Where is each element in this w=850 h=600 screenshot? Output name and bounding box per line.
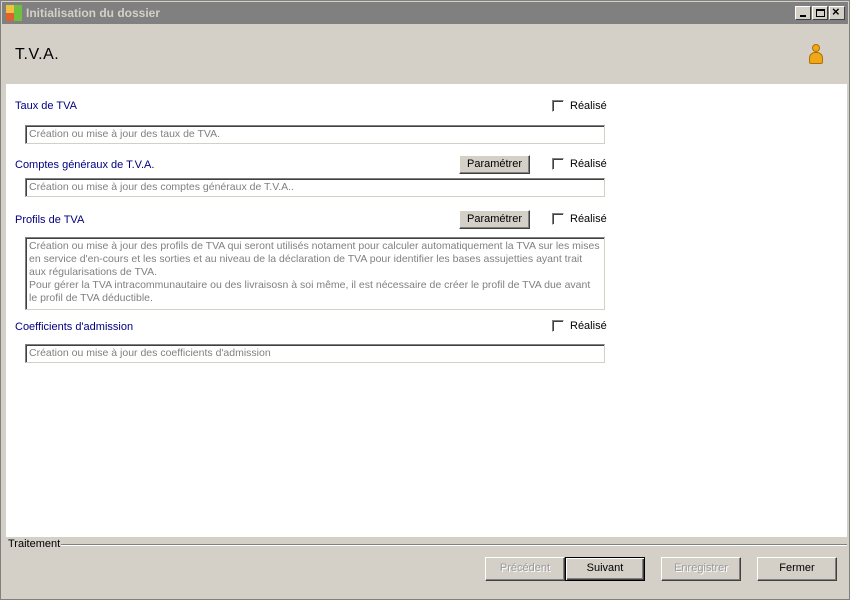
realise-label: Réalisé — [570, 100, 607, 112]
app-icon — [6, 5, 22, 21]
minimize-icon — [800, 15, 806, 17]
close-button[interactable]: Fermer — [757, 557, 837, 581]
save-button[interactable]: Enregistrer — [661, 557, 741, 581]
checkbox[interactable] — [552, 213, 564, 225]
separator — [61, 544, 847, 546]
section-label-taux-tva: Taux de TVA — [15, 100, 77, 112]
realise-label: Réalisé — [570, 213, 607, 225]
content-panel: Taux de TVA Réalisé Création ou mise à j… — [6, 84, 847, 537]
realise-label: Réalisé — [570, 158, 607, 170]
checkbox[interactable] — [552, 158, 564, 170]
section-label-profils-tva: Profils de TVA — [15, 214, 85, 226]
window-title: Initialisation du dossier — [26, 6, 161, 20]
main-window: Initialisation du dossier × T.V.A. Taux … — [0, 0, 850, 600]
user-icon[interactable] — [808, 44, 824, 66]
realise-checkbox-profils-tva[interactable]: Réalisé — [552, 213, 607, 225]
maximize-icon — [816, 9, 825, 17]
description-taux-tva: Création ou mise à jour des taux de TVA. — [25, 125, 605, 144]
realise-checkbox-taux-tva[interactable]: Réalisé — [552, 100, 607, 112]
traitement-group-label: Traitement — [8, 538, 61, 550]
description-profils-tva: Création ou mise à jour des profils de T… — [25, 237, 605, 310]
section-label-comptes-generaux: Comptes généraux de T.V.A. — [15, 159, 155, 171]
close-icon: × — [832, 4, 840, 19]
page-header: T.V.A. — [2, 24, 848, 84]
checkbox[interactable] — [552, 100, 564, 112]
realise-label: Réalisé — [570, 320, 607, 332]
description-coefficients-admission: Création ou mise à jour des coefficients… — [25, 344, 605, 363]
section-label-coefficients-admission: Coefficients d'admission — [15, 321, 134, 333]
maximize-button[interactable] — [812, 6, 828, 20]
checkbox[interactable] — [552, 320, 564, 332]
parametrer-button-comptes-generaux[interactable]: Paramétrer — [459, 155, 530, 174]
parametrer-button-profils-tva[interactable]: Paramétrer — [459, 210, 530, 229]
next-button[interactable]: Suivant — [565, 557, 645, 581]
realise-checkbox-comptes-generaux[interactable]: Réalisé — [552, 158, 607, 170]
page-title: T.V.A. — [15, 46, 60, 63]
minimize-button[interactable] — [795, 6, 811, 20]
description-comptes-generaux: Création ou mise à jour des comptes géné… — [25, 178, 605, 197]
previous-button[interactable]: Précédent — [485, 557, 565, 581]
title-bar[interactable]: Initialisation du dossier × — [2, 2, 848, 24]
close-window-button[interactable]: × — [829, 4, 845, 20]
realise-checkbox-coefficients-admission[interactable]: Réalisé — [552, 320, 607, 332]
